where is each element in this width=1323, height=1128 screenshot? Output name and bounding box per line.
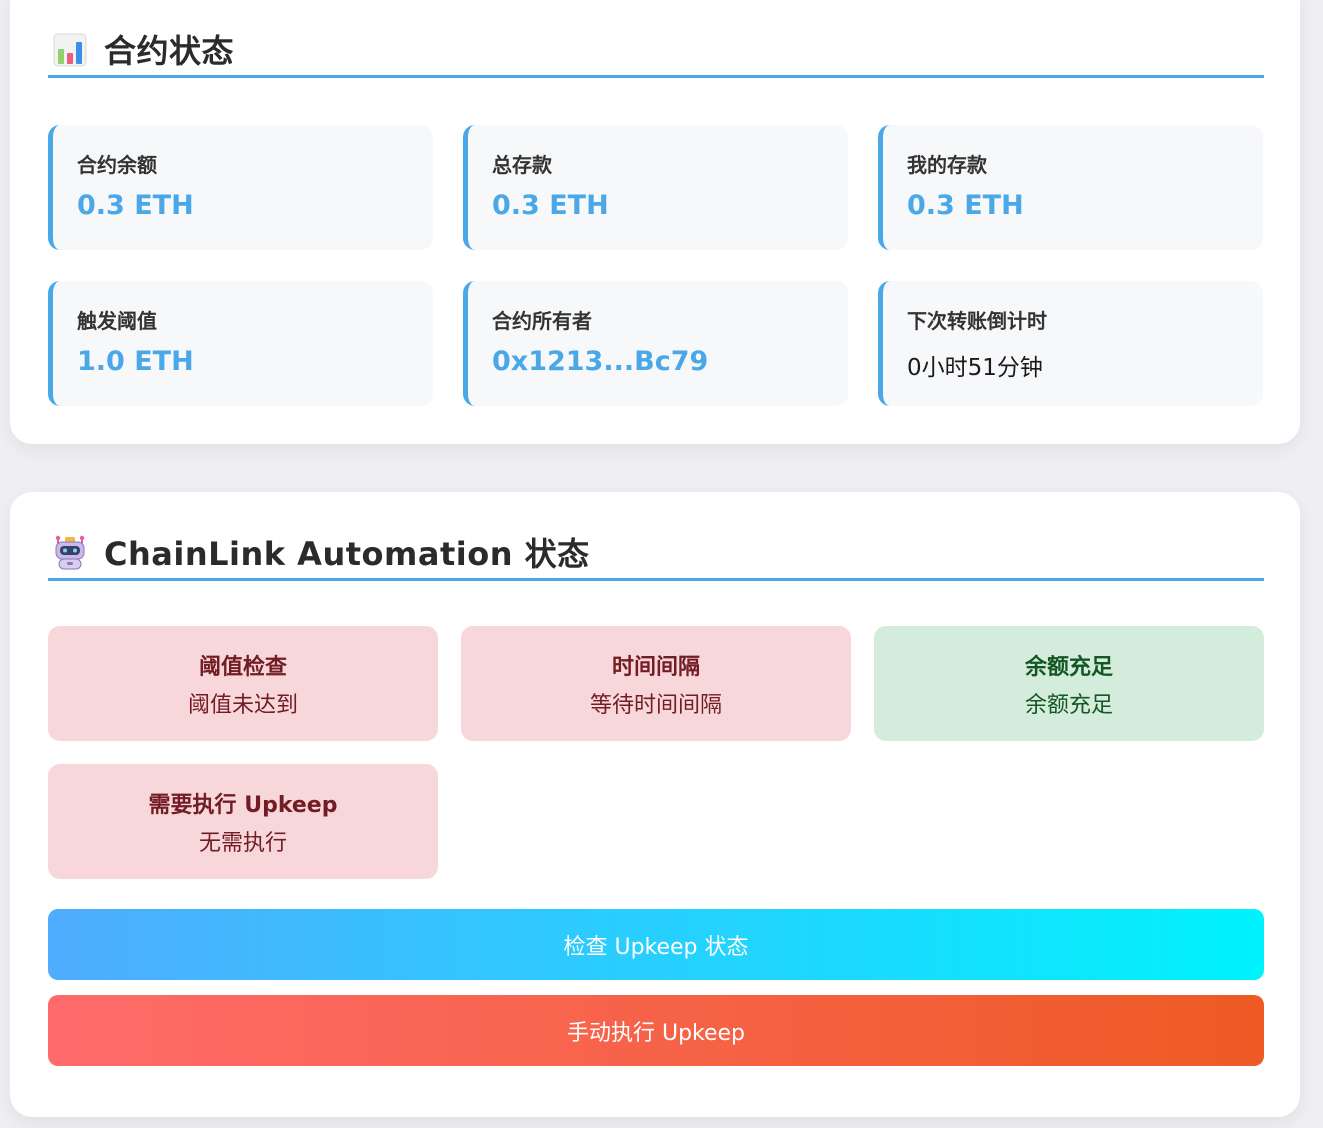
stat-label: 总存款 (492, 153, 552, 177)
stat-contract-balance: 合约余额 0.3 ETH (48, 125, 433, 250)
stat-value: 1.0 ETH (77, 346, 194, 377)
stat-next-transfer-countdown: 下次转账倒计时 0小时51分钟 (878, 281, 1263, 406)
stat-label: 合约余额 (77, 153, 157, 177)
manual-upkeep-button[interactable]: 手动执行 Upkeep (48, 995, 1264, 1066)
stat-label: 下次转账倒计时 (907, 309, 1047, 333)
stat-label: 触发阈值 (77, 309, 157, 333)
stat-trigger-threshold: 触发阈值 1.0 ETH (48, 281, 433, 406)
stat-value: 0.3 ETH (907, 190, 1024, 221)
check-status: 等待时间间隔 (589, 692, 722, 718)
time-interval-card: 时间间隔 等待时间间隔 (461, 626, 851, 741)
check-title: 需要执行 Upkeep (148, 792, 338, 818)
check-status: 无需执行 (198, 830, 287, 856)
check-upkeep-button[interactable]: 检查 Upkeep 状态 (48, 909, 1264, 980)
contract-status-title: 合约状态 (104, 31, 235, 70)
automation-check-grid: 阈值检查 阈值未达到 时间间隔 等待时间间隔 余额充足 余额充足 需要执行 Up… (48, 626, 1264, 879)
upkeep-needed-card: 需要执行 Upkeep 无需执行 (48, 764, 438, 879)
stat-value: 0.3 ETH (77, 190, 194, 221)
robot-icon (52, 534, 88, 570)
stat-value: 0x1213...Bc79 (492, 346, 709, 377)
stat-label: 合约所有者 (492, 309, 592, 333)
stat-label: 我的存款 (907, 153, 987, 177)
stat-value: 0小时51分钟 (907, 355, 1043, 381)
bar-chart-icon (52, 31, 88, 67)
stat-value: 0.3 ETH (492, 190, 609, 221)
contract-status-header: 合约状态 (48, 22, 1264, 78)
stat-my-deposit: 我的存款 0.3 ETH (878, 125, 1263, 250)
contract-status-card: 合约状态 合约余额 0.3 ETH 总存款 0.3 ETH 我的存款 0.3 E… (10, 0, 1300, 444)
check-status: 阈值未达到 (187, 692, 298, 718)
stat-grid: 合约余额 0.3 ETH 总存款 0.3 ETH 我的存款 0.3 ETH 触发… (48, 125, 1264, 406)
check-title: 时间间隔 (611, 654, 700, 680)
check-title: 阈值检查 (198, 654, 287, 680)
stat-total-deposits: 总存款 0.3 ETH (463, 125, 848, 250)
check-title: 余额充足 (1024, 654, 1113, 680)
check-status: 余额充足 (1024, 692, 1113, 718)
stat-contract-owner: 合约所有者 0x1213...Bc79 (463, 281, 848, 406)
automation-header: ChainLink Automation 状态 (48, 525, 1264, 581)
balance-sufficient-card: 余额充足 余额充足 (874, 626, 1264, 741)
automation-title: ChainLink Automation 状态 (104, 534, 590, 573)
threshold-check-card: 阈值检查 阈值未达到 (48, 626, 438, 741)
automation-status-card: ChainLink Automation 状态 阈值检查 阈值未达到 时间间隔 … (10, 492, 1300, 1117)
